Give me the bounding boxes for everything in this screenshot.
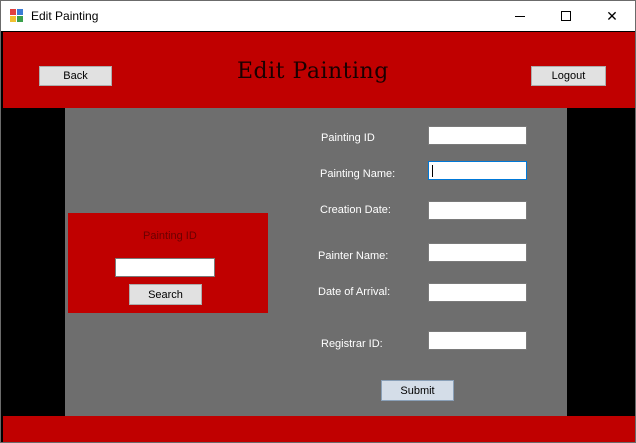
painting-name-input[interactable] (428, 161, 527, 180)
search-button[interactable]: Search (129, 284, 202, 305)
window-title: Edit Painting (31, 9, 99, 23)
app-window: Edit Painting ✕ Back Edit Painting Logou… (0, 0, 636, 443)
registrar-id-input[interactable] (428, 331, 527, 350)
date-of-arrival-label: Date of Arrival: (318, 286, 391, 298)
registrar-id-label: Registrar ID: (321, 338, 383, 350)
footer-band (3, 416, 635, 442)
maximize-icon (561, 11, 571, 21)
search-painting-id-input[interactable] (115, 258, 215, 277)
minimize-button[interactable] (497, 1, 543, 31)
title-bar[interactable]: Edit Painting ✕ (1, 1, 635, 31)
painter-name-label: Painter Name: (318, 250, 389, 262)
app-icon (10, 9, 24, 23)
text-caret (432, 165, 433, 177)
maximize-button[interactable] (543, 1, 589, 31)
search-painting-id-label: Painting ID (143, 230, 197, 242)
minimize-icon (515, 15, 525, 17)
painting-id-label: Painting ID (321, 132, 375, 144)
close-button[interactable]: ✕ (589, 1, 635, 31)
logout-button[interactable]: Logout (531, 66, 606, 86)
submit-button[interactable]: Submit (381, 380, 454, 401)
painting-id-input[interactable] (428, 126, 527, 145)
creation-date-label: Creation Date: (320, 204, 391, 216)
page-title: Edit Painting (237, 59, 389, 84)
back-button[interactable]: Back (39, 66, 112, 86)
date-of-arrival-input[interactable] (428, 283, 527, 302)
painter-name-input[interactable] (428, 243, 527, 262)
painting-name-label: Painting Name: (320, 168, 396, 180)
close-icon: ✕ (606, 7, 618, 24)
creation-date-input[interactable] (428, 201, 527, 220)
